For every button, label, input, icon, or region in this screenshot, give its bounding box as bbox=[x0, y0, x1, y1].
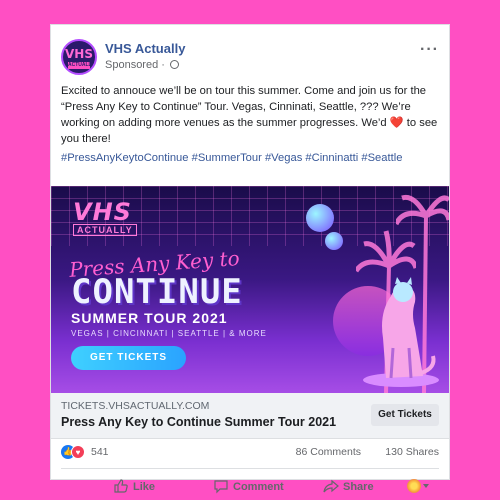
post-header: VHS ACTUALLY VHS Actually Sponsored · ··… bbox=[61, 39, 439, 79]
reaction-picker-button[interactable] bbox=[407, 475, 435, 499]
share-button[interactable]: Share bbox=[323, 475, 374, 499]
banner-cities: VEGAS | CINCINNATI | SEATTLE | & MORE bbox=[71, 329, 267, 338]
comment-label: Comment bbox=[233, 481, 284, 493]
page-avatar[interactable]: VHS ACTUALLY bbox=[61, 39, 97, 75]
reaction-icons[interactable]: 👍 ♥ bbox=[61, 445, 89, 461]
share-label: Share bbox=[343, 481, 374, 493]
post-hashtags[interactable]: #PressAnyKeytoContinue #SummerTour #Vega… bbox=[61, 152, 439, 164]
comment-count[interactable]: 86 Comments bbox=[296, 446, 361, 458]
ad-banner-image[interactable]: VHS ACTUALLY Press Any Key to CONTINUE S… bbox=[51, 186, 449, 393]
decorative-orb-large bbox=[306, 204, 334, 232]
ad-post-card: VHS ACTUALLY VHS Actually Sponsored · ··… bbox=[50, 24, 450, 494]
banner-get-tickets-button[interactable]: GET TICKETS bbox=[71, 346, 186, 370]
comment-button[interactable]: Comment bbox=[213, 475, 284, 499]
avatar-logo-text: VHS bbox=[65, 47, 93, 61]
banner-tour-title: SUMMER TOUR 2021 bbox=[71, 310, 228, 326]
like-label: Like bbox=[133, 481, 156, 493]
get-tickets-button[interactable]: Get Tickets bbox=[371, 404, 439, 426]
banner-logo-actually: ACTUALLY bbox=[73, 224, 137, 236]
link-preview-bar[interactable]: TICKETS.VHSACTUALLY.COM Press Any Key to… bbox=[51, 393, 449, 439]
post-actions: Like Comment Share bbox=[61, 475, 439, 499]
link-domain: TICKETS.VHSACTUALLY.COM bbox=[61, 400, 210, 412]
page-name-link[interactable]: VHS Actually bbox=[105, 41, 185, 56]
sponsored-text: Sponsored bbox=[105, 59, 159, 71]
reaction-count[interactable]: 541 bbox=[91, 446, 109, 458]
reaction-picker-icon bbox=[407, 479, 421, 493]
banner-headline: CONTINUE bbox=[71, 272, 243, 312]
more-options-icon[interactable]: ··· bbox=[420, 41, 439, 59]
share-arrow-icon bbox=[323, 479, 339, 493]
love-reaction-icon: ♥ bbox=[71, 445, 85, 459]
globe-icon bbox=[170, 60, 179, 69]
chevron-down-icon bbox=[423, 484, 429, 488]
link-title[interactable]: Press Any Key to Continue Summer Tour 20… bbox=[61, 415, 336, 429]
like-button[interactable]: Like bbox=[113, 475, 155, 499]
actions-divider bbox=[61, 468, 439, 469]
post-body: Excited to annouce we’ll be on tour this… bbox=[61, 83, 439, 147]
comment-bubble-icon bbox=[214, 480, 228, 494]
sponsored-label: Sponsored · bbox=[105, 59, 179, 71]
avatar-logo-subtext: ACTUALLY bbox=[68, 62, 95, 69]
thumbs-up-icon bbox=[114, 479, 128, 493]
heart-emoji-icon: ❤️ bbox=[389, 117, 404, 129]
share-count[interactable]: 130 Shares bbox=[385, 446, 439, 458]
engagement-stats: 👍 ♥ 541 86 Comments 130 Shares bbox=[61, 445, 439, 461]
banner-logo-vhs: VHS bbox=[73, 198, 132, 226]
decorative-orb-small bbox=[325, 232, 343, 250]
post-body-text: Excited to annouce we’ll be on tour this… bbox=[61, 85, 427, 129]
pink-tiger-statue bbox=[363, 277, 439, 387]
